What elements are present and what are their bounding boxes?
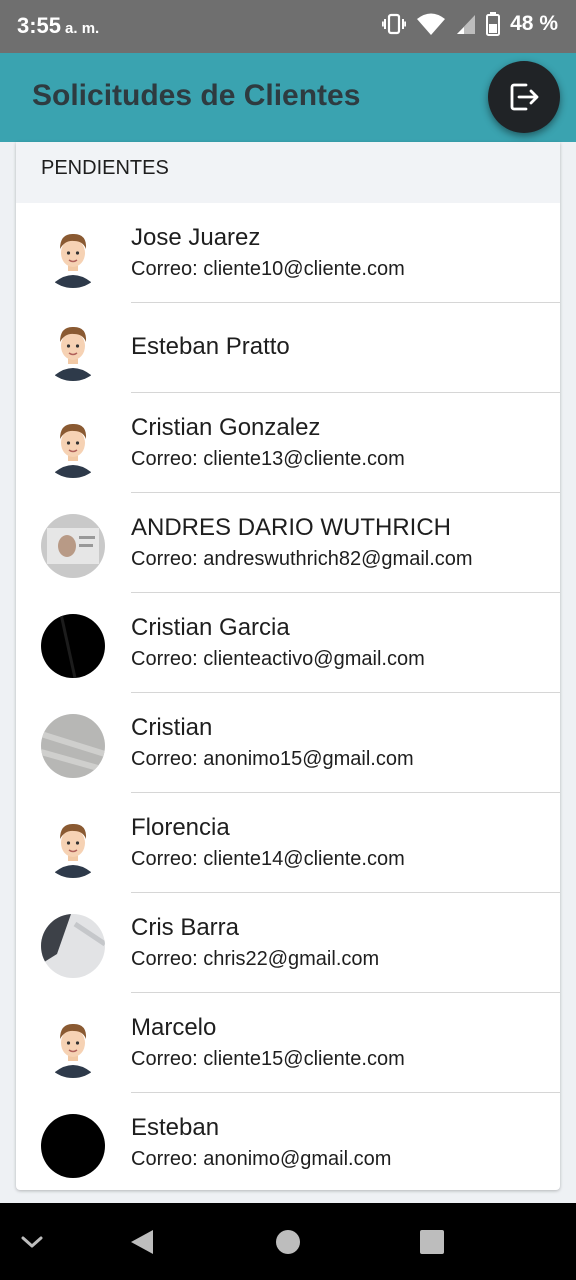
client-requests-card: PENDIENTES Jose Juarez Correo: cliente10@… xyxy=(16,142,560,1190)
client-name: Marcelo xyxy=(131,1014,217,1041)
client-name: ANDRES DARIO WUTHRICH xyxy=(131,514,452,541)
nav-back-button[interactable] xyxy=(120,1203,164,1280)
nav-recents-button[interactable] xyxy=(410,1203,454,1280)
client-list-item[interactable]: Esteban Pratto xyxy=(16,303,560,393)
client-email: Correo: cliente13@cliente.com xyxy=(131,448,405,470)
avatar xyxy=(41,224,105,288)
client-email: Correo: cliente14@cliente.com xyxy=(131,848,405,870)
client-email: Correo: anonimo15@gmail.com xyxy=(131,748,414,770)
client-email: Correo: anonimo@gmail.com xyxy=(131,1148,392,1170)
client-list: Jose Juarez Correo: cliente10@cliente.com… xyxy=(16,203,560,1190)
ampm-text: a. m. xyxy=(65,20,100,37)
client-name: Cristian xyxy=(131,714,213,741)
client-list-item[interactable]: Cristian Garcia Correo: clienteactivo@gma… xyxy=(16,593,560,693)
avatar xyxy=(41,514,105,578)
client-list-item[interactable]: Cristian Gonzalez Correo: cliente13@clien… xyxy=(16,393,560,493)
client-list-item[interactable]: Florencia Correo: cliente14@cliente.com xyxy=(16,793,560,893)
avatar xyxy=(41,714,105,778)
status-time: 3:55 a. m. xyxy=(17,13,99,39)
client-email: Correo: cliente15@cliente.com xyxy=(131,1048,405,1070)
wifi-icon xyxy=(417,13,446,35)
navigation-bar xyxy=(0,1203,576,1280)
client-name: Florencia xyxy=(131,814,230,841)
page-title: Solicitudes de Clientes xyxy=(32,79,361,112)
app-bar: Solicitudes de Clientes xyxy=(0,53,576,142)
battery-text: 48 % xyxy=(510,12,558,35)
client-name: Cristian Garcia xyxy=(131,614,290,641)
logout-icon xyxy=(510,83,539,111)
client-list-item[interactable]: Marcelo Correo: cliente15@cliente.com xyxy=(16,993,560,1093)
client-list-item[interactable]: Esteban Correo: anonimo@gmail.com xyxy=(16,1093,560,1190)
avatar xyxy=(41,317,105,381)
vibrate-icon xyxy=(382,13,407,35)
avatar xyxy=(41,814,105,878)
logout-button[interactable] xyxy=(488,61,560,133)
status-icons: 48 % xyxy=(382,12,558,36)
client-name: Jose Juarez xyxy=(131,224,261,251)
avatar xyxy=(41,614,105,678)
nav-collapse-button[interactable] xyxy=(12,1203,52,1280)
client-name: Cristian Gonzalez xyxy=(131,414,321,441)
recents-icon xyxy=(420,1229,444,1254)
client-email: Correo: clienteactivo@gmail.com xyxy=(131,648,425,670)
section-title: PENDIENTES xyxy=(41,157,169,179)
signal-icon xyxy=(457,15,476,34)
client-name: Esteban Pratto xyxy=(131,333,290,360)
client-list-item[interactable]: Jose Juarez Correo: cliente10@cliente.com xyxy=(16,203,560,303)
status-bar: 3:55 a. m. 48 % xyxy=(0,0,576,53)
time-text: 3:55 xyxy=(17,13,62,38)
nav-home-button[interactable] xyxy=(266,1203,310,1280)
chevron-down-icon xyxy=(21,1236,43,1247)
avatar xyxy=(41,414,105,478)
avatar xyxy=(41,1114,105,1178)
avatar xyxy=(41,1014,105,1078)
client-list-item[interactable]: Cristian Correo: anonimo15@gmail.com xyxy=(16,693,560,793)
section-header: PENDIENTES xyxy=(16,142,560,203)
client-email: Correo: chris22@gmail.com xyxy=(131,948,380,970)
avatar xyxy=(41,914,105,978)
client-list-item[interactable]: ANDRES DARIO WUTHRICH Correo: andreswuthr… xyxy=(16,493,560,593)
client-email: Correo: andreswuthrich82@gmail.com xyxy=(131,548,473,570)
client-name: Cris Barra xyxy=(131,914,240,941)
client-name: Esteban xyxy=(131,1114,220,1141)
back-icon xyxy=(131,1229,153,1254)
home-icon xyxy=(276,1229,300,1254)
battery-icon xyxy=(486,12,501,36)
client-email: Correo: cliente10@cliente.com xyxy=(131,258,405,280)
client-list-item[interactable]: Cris Barra Correo: chris22@gmail.com xyxy=(16,893,560,993)
